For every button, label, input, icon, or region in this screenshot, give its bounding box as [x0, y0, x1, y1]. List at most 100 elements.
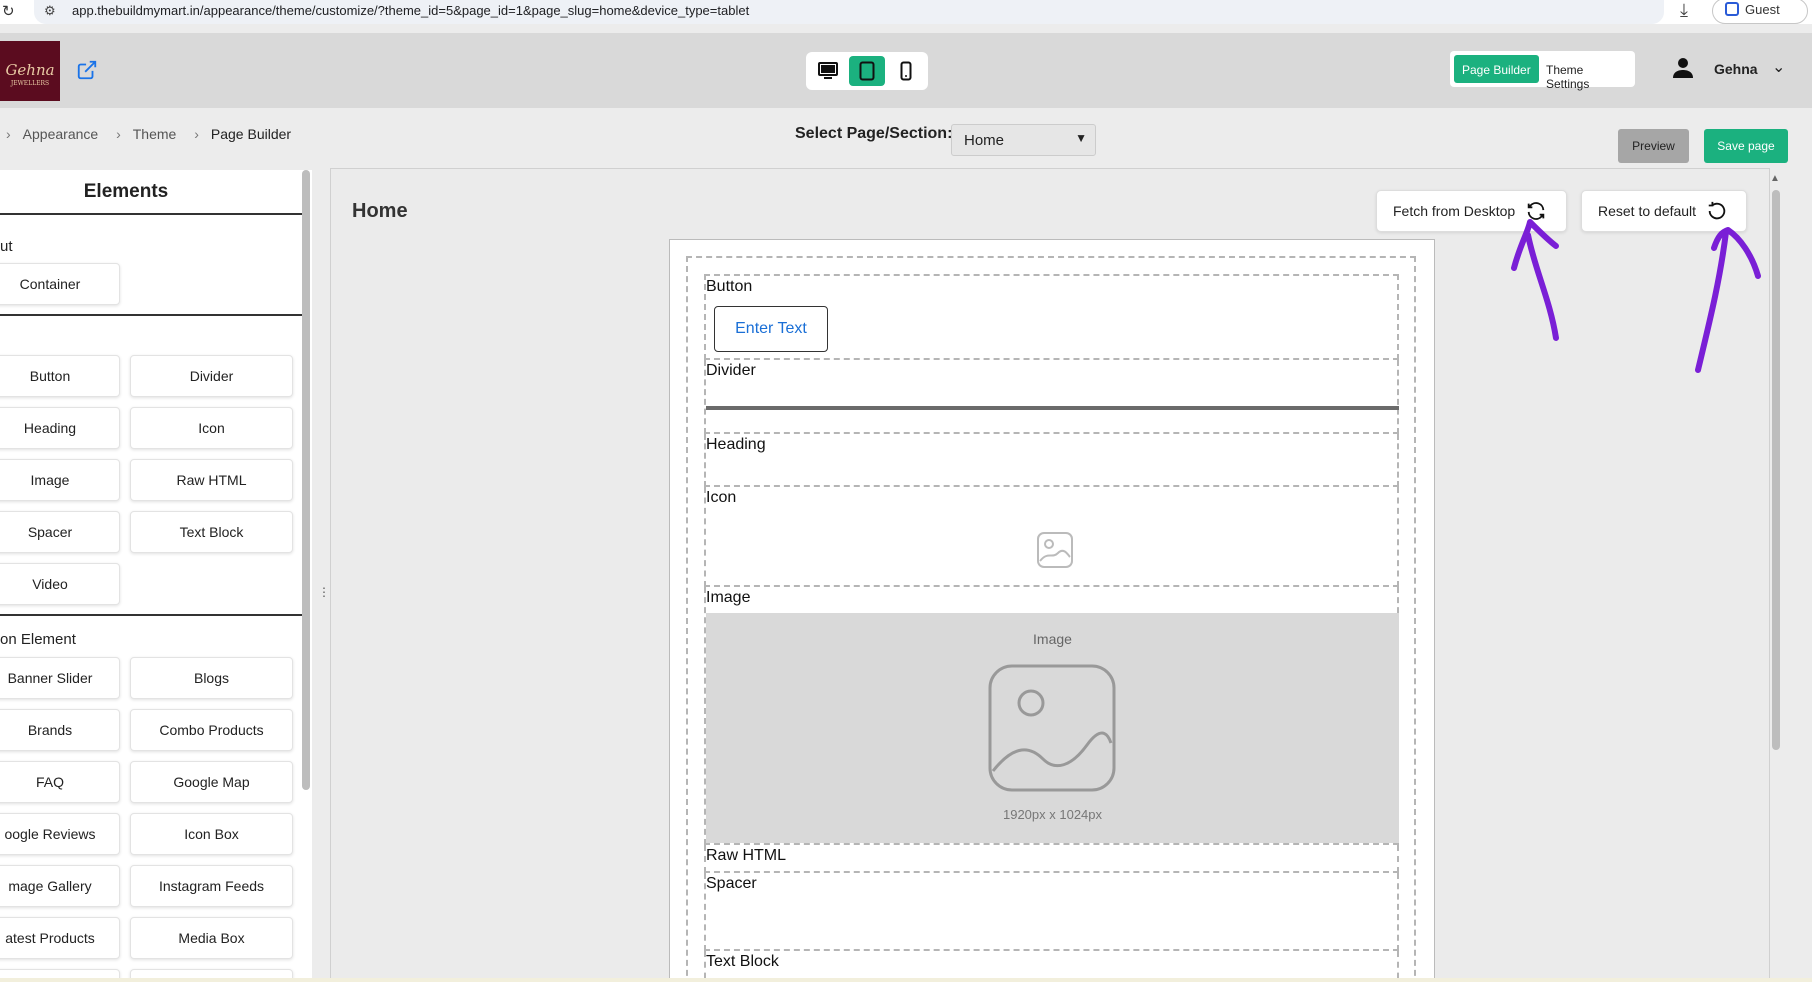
element-raw-html[interactable]: Raw HTML: [130, 459, 293, 501]
block-label: Heading: [706, 436, 766, 453]
element-faq[interactable]: FAQ: [0, 761, 120, 803]
preview-button[interactable]: Preview: [1618, 129, 1689, 163]
element-google-map[interactable]: Google Map: [130, 761, 293, 803]
breadcrumb: › Appearance › Theme › Page Builder: [0, 126, 299, 142]
username: Gehna: [1714, 61, 1758, 77]
tablet-preview-frame: Button Enter Text Divider Heading Icon I…: [669, 239, 1435, 981]
save-page-button[interactable]: Save page: [1704, 129, 1788, 163]
url-text[interactable]: app.thebuildmymart.in/appearance/theme/c…: [72, 3, 749, 18]
app-header: Gehna JEWELLERS Page Builder Theme Settin…: [0, 33, 1812, 108]
image-placeholder: Image 1920px x 1024px: [706, 613, 1399, 843]
section-element-label: on Element: [0, 631, 76, 648]
element-blogs[interactable]: Blogs: [130, 657, 293, 699]
heading-block[interactable]: Heading: [704, 434, 1399, 487]
bottom-strip: [0, 978, 1812, 982]
image-size-text: 1920px x 1024px: [1002, 807, 1103, 822]
fetch-from-desktop-button[interactable]: Fetch from Desktop: [1376, 190, 1567, 232]
tablet-icon: [859, 61, 875, 81]
image-placeholder-label: Image: [1033, 631, 1072, 647]
guest-profile-button[interactable]: Guest: [1712, 0, 1808, 24]
raw-html-block[interactable]: Raw HTML: [704, 845, 1399, 873]
block-label: Button: [706, 278, 753, 295]
block-label: Image: [706, 589, 751, 606]
element-combo-products[interactable]: Combo Products: [130, 709, 293, 751]
logo-subtext: JEWELLERS: [10, 80, 50, 87]
chevron-down-icon: ⌄: [1772, 59, 1786, 76]
element-icon[interactable]: Icon: [130, 407, 293, 449]
reset-icon: [1708, 201, 1726, 220]
profile-icon: [1725, 2, 1739, 16]
reset-label: Reset to default: [1598, 203, 1697, 219]
page-section-select[interactable]: Home ▼: [951, 124, 1096, 156]
page-builder-tab[interactable]: Page Builder: [1454, 55, 1539, 83]
breadcrumb-page-builder: Page Builder: [210, 126, 292, 142]
image-block[interactable]: Image Image 1920px x 1024px: [704, 587, 1399, 845]
panel-scrollbar[interactable]: [302, 170, 310, 790]
element-text-block[interactable]: Text Block: [130, 511, 293, 553]
element-heading[interactable]: Heading: [0, 407, 120, 449]
block-label: Divider: [706, 362, 756, 379]
breadcrumb-appearance[interactable]: Appearance: [23, 126, 99, 142]
spacer-block[interactable]: Spacer: [704, 873, 1399, 951]
select-arrow-icon: ▼: [1075, 131, 1087, 145]
block-label: Spacer: [706, 875, 757, 892]
resize-handle-icon[interactable]: ⋮: [318, 585, 330, 599]
breadcrumb-separator-icon: ›: [6, 126, 11, 142]
guest-label: Guest: [1745, 2, 1780, 17]
mobile-icon: [900, 61, 912, 81]
reload-icon[interactable]: ↻: [2, 2, 15, 20]
element-image-gallery[interactable]: mage Gallery: [0, 865, 120, 907]
device-switcher: [806, 52, 928, 90]
user-icon: [1673, 58, 1693, 78]
tablet-view-button[interactable]: [849, 56, 885, 86]
divider: [0, 314, 302, 316]
theme-settings-tab[interactable]: Theme Settings: [1538, 55, 1635, 91]
divider: [0, 614, 302, 616]
builder-mode-switcher: Page Builder Theme Settings: [1450, 51, 1635, 91]
element-button[interactable]: Button: [0, 355, 120, 397]
fetch-label: Fetch from Desktop: [1393, 203, 1516, 219]
element-divider[interactable]: Divider: [130, 355, 293, 397]
breadcrumb-separator-icon: ›: [116, 126, 121, 142]
divider: [0, 213, 302, 215]
mobile-view-button[interactable]: [888, 56, 924, 86]
layout-section-label: ut: [0, 238, 13, 255]
elements-panel: Elements ut Container Button Divider Hea…: [0, 170, 312, 982]
page-select-value: Home: [964, 132, 1005, 149]
element-latest-products[interactable]: atest Products: [0, 917, 120, 959]
element-brands[interactable]: Brands: [0, 709, 120, 751]
element-video[interactable]: Video: [0, 563, 120, 605]
desktop-view-button[interactable]: [810, 56, 846, 86]
external-link-icon[interactable]: [76, 59, 98, 81]
scroll-up-icon[interactable]: ▲: [1770, 173, 1780, 184]
divider-block[interactable]: Divider: [704, 360, 1399, 434]
block-label: Icon: [706, 489, 737, 506]
site-settings-icon[interactable]: ⚙: [44, 3, 56, 19]
element-icon-box[interactable]: Icon Box: [130, 813, 293, 855]
element-spacer[interactable]: Spacer: [0, 511, 120, 553]
user-menu[interactable]: Gehna ⌄: [1672, 57, 1785, 81]
desktop-icon: [818, 62, 838, 79]
reset-to-default-button[interactable]: Reset to default: [1581, 190, 1747, 232]
button-block[interactable]: Button Enter Text: [704, 274, 1399, 360]
element-container[interactable]: Container: [0, 263, 120, 305]
element-instagram-feeds[interactable]: Instagram Feeds: [130, 865, 293, 907]
icon-block[interactable]: Icon: [704, 487, 1399, 587]
builder-canvas: Home Fetch from Desktop Reset to default…: [330, 168, 1770, 982]
canvas-page-title: Home: [352, 200, 408, 222]
element-media-box[interactable]: Media Box: [130, 917, 293, 959]
enter-text-button[interactable]: Enter Text: [714, 306, 828, 352]
download-icon[interactable]: ⤓: [1680, 0, 1688, 21]
sync-icon: [1527, 202, 1545, 220]
page-select-label: Select Page/Section:: [795, 125, 953, 142]
element-image[interactable]: Image: [0, 459, 120, 501]
breadcrumb-theme[interactable]: Theme: [133, 126, 177, 142]
block-label: Text Block: [706, 953, 779, 970]
image-placeholder-icon: [1037, 532, 1073, 568]
element-banner-slider[interactable]: Banner Slider: [0, 657, 120, 699]
brand-logo[interactable]: Gehna JEWELLERS: [0, 41, 60, 101]
element-google-reviews[interactable]: oogle Reviews: [0, 813, 120, 855]
block-label: Raw HTML: [706, 847, 787, 864]
canvas-scrollbar[interactable]: [1772, 190, 1780, 750]
breadcrumb-separator-icon: ›: [194, 126, 199, 142]
